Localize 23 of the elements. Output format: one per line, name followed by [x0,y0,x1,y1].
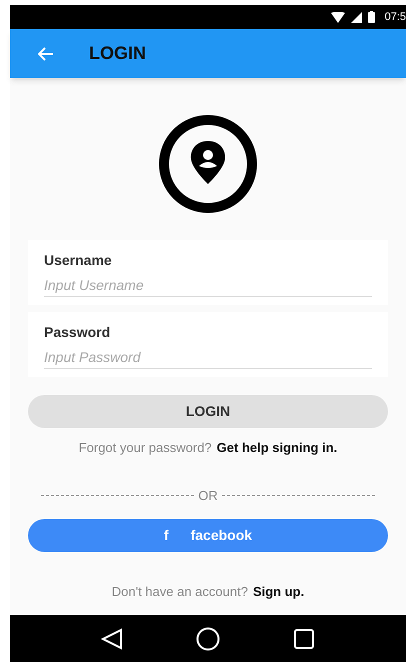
signal-icon [350,12,362,22]
signup-prompt-text: Don't have an account? [112,582,248,600]
input-field[interactable]: Username Input Username [28,240,388,305]
signup-link[interactable]: Sign up. [252,582,304,601]
back-icon[interactable] [101,628,124,650]
field-label: Password [44,323,112,342]
text-input[interactable]: Input Password [44,347,372,369]
input-field[interactable]: Password Input Password [28,312,388,377]
login-button[interactable]: LOGIN [28,395,388,428]
battery-icon [368,11,375,23]
or-divider-text: OR [198,486,218,504]
status-time: 07:5 [384,10,406,25]
recents-icon[interactable] [292,628,315,650]
wifi-icon [330,12,345,22]
facebook-icon: f [164,525,169,546]
help-link[interactable]: Get help signing in. [216,438,338,458]
forgot-password-text: Forgot your password? [78,439,212,457]
field-label: Username [44,251,113,270]
screen-title: LOGIN [89,42,146,65]
location-pin-icon [158,114,258,214]
back-arrow-icon[interactable] [38,46,54,60]
text-input[interactable]: Input Username [44,275,372,297]
home-icon[interactable] [196,626,220,650]
